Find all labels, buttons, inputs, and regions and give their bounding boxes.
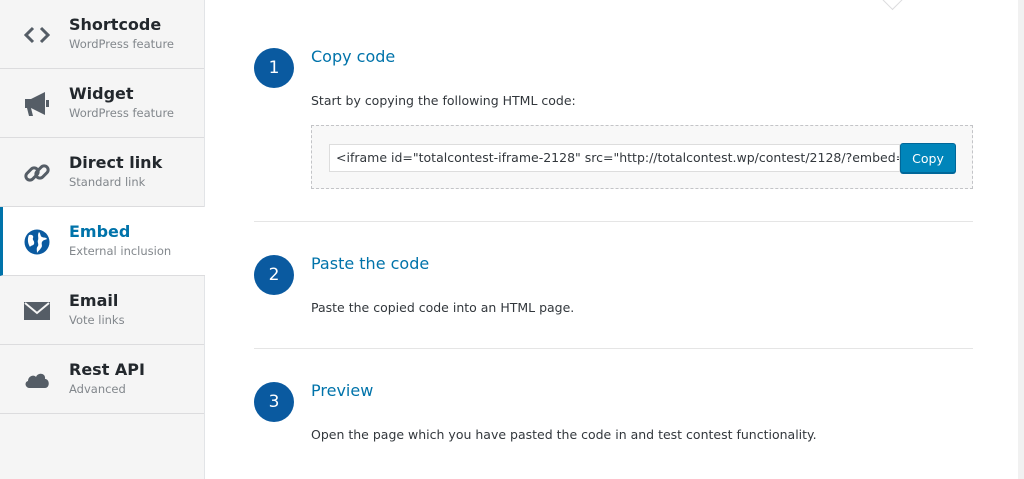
sidebar-item-title: Shortcode [69,15,162,34]
sidebar-item-email[interactable]: Email Vote links [0,276,204,345]
step-number-badge: 1 [254,48,294,88]
sidebar-item-rest-api[interactable]: Rest API Advanced [0,345,204,414]
sidebar-item-direct-link[interactable]: Direct link Standard link [0,138,204,207]
sidebar-item-embed[interactable]: Embed External inclusion [0,207,205,276]
step-description: Start by copying the following HTML code… [311,93,576,108]
step-title: Copy code [311,47,396,66]
step-title: Preview [311,381,374,400]
sidebar-item-subtitle: Standard link [69,175,146,189]
sidebar-item-shortcode[interactable]: Shortcode WordPress feature [0,0,204,69]
globe-icon [22,227,52,257]
sidebar-item-title: Embed [69,222,131,241]
step-description: Open the page which you have pasted the … [311,427,817,442]
divider [254,348,973,349]
embed-code-box: <iframe id="totalcontest-iframe-2128" sr… [311,125,973,189]
sidebar-item-subtitle: Vote links [69,313,125,327]
divider [254,221,973,222]
step-number-badge: 2 [254,255,294,295]
step-title: Paste the code [311,254,430,273]
embed-code-field[interactable]: <iframe id="totalcontest-iframe-2128" sr… [329,144,900,172]
step-number-badge: 3 [254,382,294,422]
sidebar-item-title: Email [69,291,119,310]
sidebar: Shortcode WordPress feature Widget WordP… [0,0,205,479]
sidebar-item-widget[interactable]: Widget WordPress feature [0,69,204,138]
copy-button[interactable]: Copy [900,143,956,173]
sidebar-item-title: Rest API [69,360,145,379]
step-description: Paste the copied code into an HTML page. [311,300,575,315]
embed-panel: 1 Copy code Start by copying the followi… [205,0,1018,479]
sidebar-item-subtitle: WordPress feature [69,106,174,120]
panel-pointer [881,0,904,11]
page-background-edge [1018,0,1024,479]
envelope-icon [22,296,52,326]
sidebar-item-title: Direct link [69,153,163,172]
link-icon [22,158,52,188]
sidebar-item-title: Widget [69,84,134,103]
sidebar-item-subtitle: Advanced [69,382,126,396]
megaphone-icon [22,89,52,119]
code-brackets-icon [22,20,52,50]
sidebar-item-subtitle: External inclusion [69,244,172,258]
sidebar-item-subtitle: WordPress feature [69,37,174,51]
cloud-icon [22,365,52,395]
app-window: Shortcode WordPress feature Widget WordP… [0,0,1024,479]
